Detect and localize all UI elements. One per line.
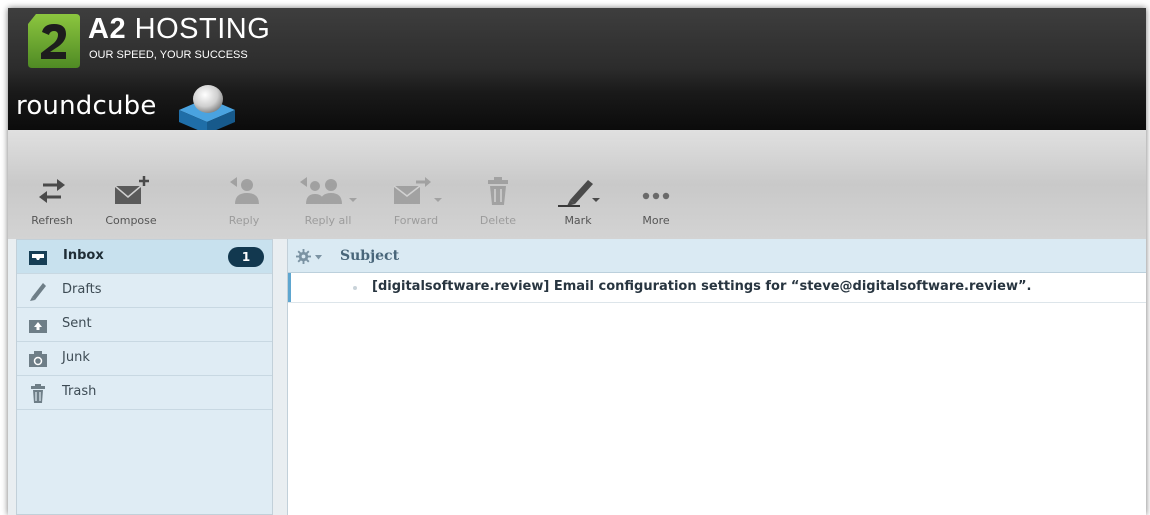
trash-icon xyxy=(31,384,45,403)
brand-name: A2 HOSTING xyxy=(88,13,271,45)
folder-list: Inbox 1 Drafts Sent Junk Trash xyxy=(16,239,273,515)
status-dot-icon xyxy=(353,286,357,290)
header: A2 HOSTING OUR SPEED, YOUR SUCCESS round… xyxy=(8,8,1146,134)
folder-trash[interactable]: Trash xyxy=(17,376,272,410)
roundcube-cube-icon xyxy=(179,85,235,134)
message-row[interactable]: [digitalsoftware.review] Email configura… xyxy=(288,273,1146,303)
more-icon xyxy=(642,192,670,200)
junk-icon xyxy=(29,351,47,367)
more-button[interactable]: More xyxy=(626,174,686,232)
unread-count-badge: 1 xyxy=(228,247,264,267)
folder-drafts[interactable]: Drafts xyxy=(17,274,272,308)
roundcube-wordmark: roundcube xyxy=(16,91,157,121)
sent-icon xyxy=(29,320,47,333)
mark-icon xyxy=(558,180,600,207)
folder-sent-label: Sent xyxy=(62,316,92,331)
refresh-icon xyxy=(39,179,65,203)
a2-logo-icon xyxy=(28,14,80,68)
pencil-icon xyxy=(30,283,46,301)
reply-icon xyxy=(230,177,259,204)
compose-button[interactable]: Compose xyxy=(96,174,166,232)
reply-all-label: Reply all xyxy=(304,214,352,227)
subject-column-header[interactable]: Subject xyxy=(340,248,399,264)
folder-junk[interactable]: Junk xyxy=(17,342,272,376)
toolbar: Refresh Compose Reply Reply all Forward … xyxy=(8,130,1146,239)
folder-drafts-label: Drafts xyxy=(62,282,102,297)
folder-junk-label: Junk xyxy=(62,350,90,365)
message-list: Subject [digitalsoftware.review] Email c… xyxy=(287,239,1146,515)
mark-label: Mark xyxy=(564,214,592,227)
folder-trash-label: Trash xyxy=(62,384,97,399)
message-list-header: Subject xyxy=(288,239,1146,273)
reply-label: Reply xyxy=(228,214,260,227)
compose-label: Compose xyxy=(105,214,157,227)
reply-button[interactable]: Reply xyxy=(214,174,274,232)
delete-label: Delete xyxy=(479,214,517,227)
folder-inbox[interactable]: Inbox 1 xyxy=(17,240,272,274)
inbox-icon xyxy=(29,251,47,265)
reply-all-button[interactable]: Reply all xyxy=(286,174,370,232)
reply-all-icon xyxy=(300,177,357,204)
chevron-down-icon[interactable] xyxy=(315,255,322,260)
selected-row-marker xyxy=(288,273,291,302)
refresh-label: Refresh xyxy=(31,214,73,227)
forward-button[interactable]: Forward xyxy=(380,174,452,232)
forward-label: Forward xyxy=(393,214,439,227)
more-label: More xyxy=(642,214,670,227)
gear-icon[interactable] xyxy=(296,249,311,264)
forward-icon xyxy=(393,177,442,204)
brand-tagline: OUR SPEED, YOUR SUCCESS xyxy=(89,49,248,61)
folder-sent[interactable]: Sent xyxy=(17,308,272,342)
delete-button[interactable]: Delete xyxy=(468,174,528,232)
refresh-button[interactable]: Refresh xyxy=(22,174,82,232)
message-subject[interactable]: [digitalsoftware.review] Email configura… xyxy=(372,279,1031,294)
folder-inbox-label: Inbox xyxy=(63,248,104,263)
trash-icon xyxy=(488,177,508,205)
compose-icon xyxy=(114,176,149,204)
app-window: A2 HOSTING OUR SPEED, YOUR SUCCESS round… xyxy=(8,8,1146,515)
mark-button[interactable]: Mark xyxy=(548,174,608,232)
